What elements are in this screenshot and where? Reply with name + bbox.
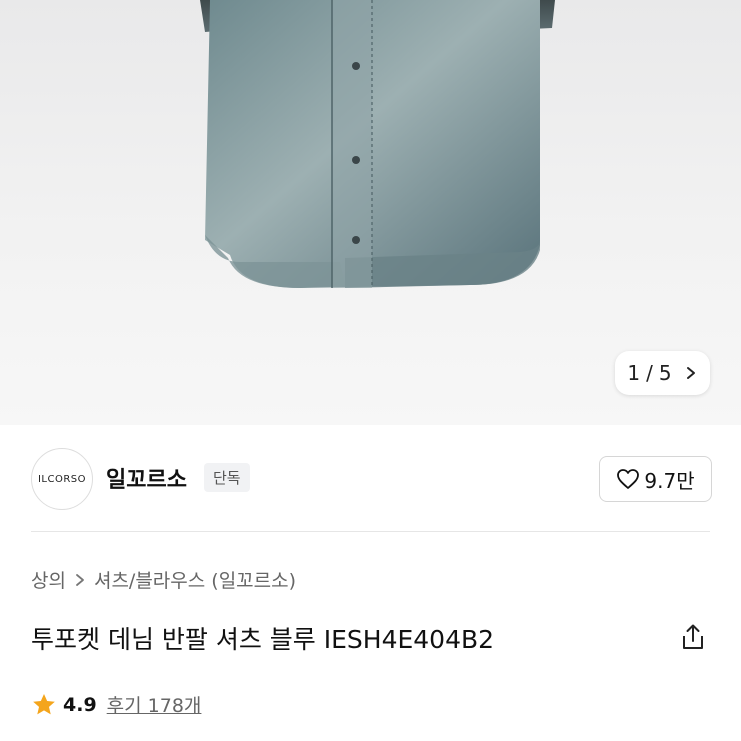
like-count: 9.7만 — [644, 468, 695, 493]
breadcrumb-item-subcategory[interactable]: 셔츠/블라우스 (일꼬르소) — [94, 566, 296, 593]
counter-separator: / — [646, 361, 653, 385]
rating-score: 4.9 — [63, 693, 97, 716]
store-logo-text: ILCORSO — [37, 473, 87, 485]
like-button[interactable]: 9.7만 — [599, 456, 712, 502]
store-name[interactable]: 일꼬르소 — [106, 462, 187, 494]
divider — [31, 531, 710, 532]
product-image-gallery[interactable]: 1 / 5 — [0, 0, 741, 425]
counter-current: 1 — [627, 361, 641, 385]
product-title: 투포켓 데님 반팔 셔츠 블루 IESH4E404B2 — [31, 625, 495, 654]
chevron-right-icon — [686, 367, 695, 379]
share-button[interactable] — [678, 622, 708, 652]
breadcrumb: 상의 셔츠/블라우스 (일꼬르소) — [31, 566, 296, 593]
breadcrumb-item-category[interactable]: 상의 — [31, 566, 66, 593]
store-logo[interactable]: ILCORSO — [31, 448, 93, 510]
image-counter[interactable]: 1 / 5 — [615, 351, 710, 395]
chevron-right-icon — [76, 573, 84, 586]
store-row: ILCORSO 일꼬르소 단독 9.7만 — [0, 448, 741, 510]
rating-row: 4.9 후기 178개 — [31, 691, 201, 718]
exclusive-badge: 단독 — [204, 463, 250, 492]
heart-icon — [617, 469, 640, 489]
counter-total: 5 — [658, 361, 672, 385]
review-count-link[interactable]: 후기 178개 — [107, 691, 202, 718]
star-icon — [33, 693, 55, 714]
share-icon — [683, 624, 703, 649]
